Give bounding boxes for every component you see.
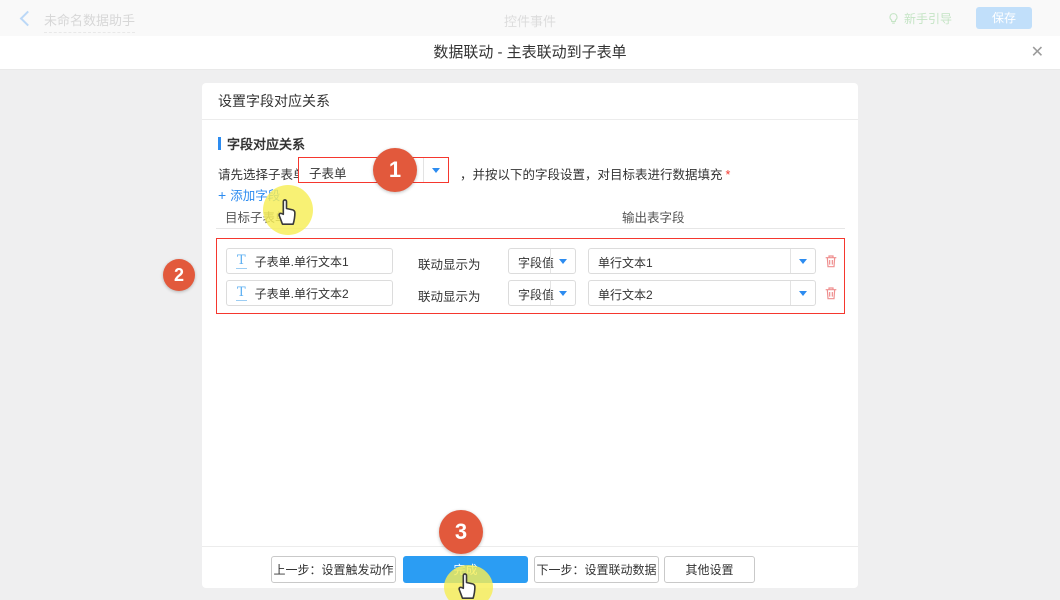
settings-panel: 设置字段对应关系 字段对应关系 请先选择子表单 子表单 ，并按以下的字段设置，对… <box>202 83 858 588</box>
app-stage: 未命名数据助手 控件事件 新手引导 保存 数据联动 - 主表联动到子表单 ✕ 设… <box>0 0 1060 600</box>
panel-footer: 上一步：设置触发动作 完成 下一步：设置联动数据 其他设置 <box>202 546 858 588</box>
display-as-label: 联动显示为 <box>418 286 481 305</box>
hand-pointer-icon <box>272 194 302 231</box>
chevron-down-icon <box>550 281 575 305</box>
chevron-down-icon <box>790 281 815 305</box>
other-settings-button[interactable]: 其他设置 <box>664 556 755 583</box>
text-field-icon: T <box>236 286 247 301</box>
plus-icon: + <box>218 187 226 203</box>
chevron-down-icon <box>550 249 575 273</box>
display-as-label: 联动显示为 <box>418 254 481 273</box>
step-badge-1: 1 <box>373 148 417 192</box>
field-mapping-rows: T 子表单.单行文本1 联动显示为 字段值 单行文本1 <box>216 238 845 314</box>
step-badge-2: 2 <box>163 259 195 291</box>
mode-select[interactable]: 字段值 <box>508 248 576 274</box>
required-mark: * <box>726 168 731 182</box>
chevron-down-icon <box>790 249 815 273</box>
guide-label: 新手引导 <box>904 10 952 27</box>
mode-select[interactable]: 字段值 <box>508 280 576 306</box>
output-field-select[interactable]: 单行文本2 <box>588 280 816 306</box>
text-field-icon: T <box>236 254 247 269</box>
subform-select-label: 请先选择子表单 <box>218 164 306 183</box>
table-row: T 子表单.单行文本2 联动显示为 字段值 单行文本2 <box>217 280 844 306</box>
target-field-input[interactable]: T 子表单.单行文本2 <box>226 280 393 306</box>
step-badge-3: 3 <box>439 510 483 554</box>
close-icon[interactable]: ✕ <box>1031 44 1044 62</box>
delete-row-icon[interactable] <box>823 285 839 301</box>
selector-hint: ，并按以下的字段设置，对目标表进行数据填充* <box>460 164 730 183</box>
chevron-down-icon <box>423 158 448 182</box>
topbar: 未命名数据助手 控件事件 新手引导 保存 <box>0 0 1060 36</box>
subform-select-value: 子表单 <box>309 163 347 182</box>
delete-row-icon[interactable] <box>823 253 839 269</box>
output-field-select[interactable]: 单行文本1 <box>588 248 816 274</box>
dialog-title: 数据联动 - 主表联动到子表单 <box>0 36 1060 69</box>
section-title: 字段对应关系 <box>218 134 305 153</box>
table-row: T 子表单.单行文本1 联动显示为 字段值 单行文本1 <box>217 248 844 274</box>
panel-title: 设置字段对应关系 <box>202 83 858 120</box>
save-button[interactable]: 保存 <box>976 7 1032 29</box>
column-header-output: 输出表字段 <box>622 207 685 226</box>
header-divider <box>216 228 845 229</box>
guide-button[interactable]: 新手引导 <box>887 10 952 27</box>
next-step-button[interactable]: 下一步：设置联动数据 <box>534 556 659 583</box>
prev-step-button[interactable]: 上一步：设置触发动作 <box>271 556 396 583</box>
hand-pointer-icon <box>452 568 482 600</box>
dialog-header: 数据联动 - 主表联动到子表单 ✕ <box>0 36 1060 70</box>
target-field-input[interactable]: T 子表单.单行文本1 <box>226 248 393 274</box>
lightbulb-icon <box>887 12 900 25</box>
